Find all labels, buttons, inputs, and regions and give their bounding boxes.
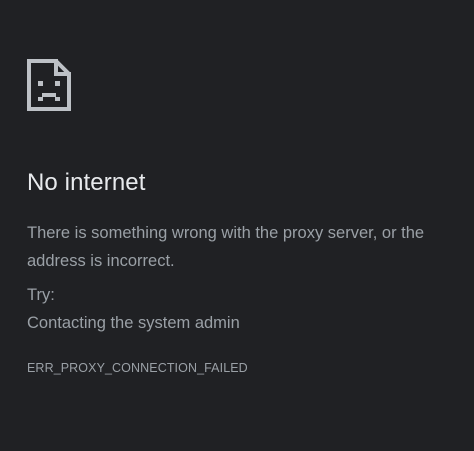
suggestion-item: Contacting the system admin xyxy=(27,314,240,332)
error-title: No internet xyxy=(27,169,146,196)
error-page: No internet There is something wrong wit… xyxy=(0,0,474,451)
error-description: There is something wrong with the proxy … xyxy=(27,224,425,270)
sad-document-icon xyxy=(27,59,71,111)
try-label: Try: xyxy=(27,286,55,304)
error-code: ERR_PROXY_CONNECTION_FAILED xyxy=(27,361,248,375)
